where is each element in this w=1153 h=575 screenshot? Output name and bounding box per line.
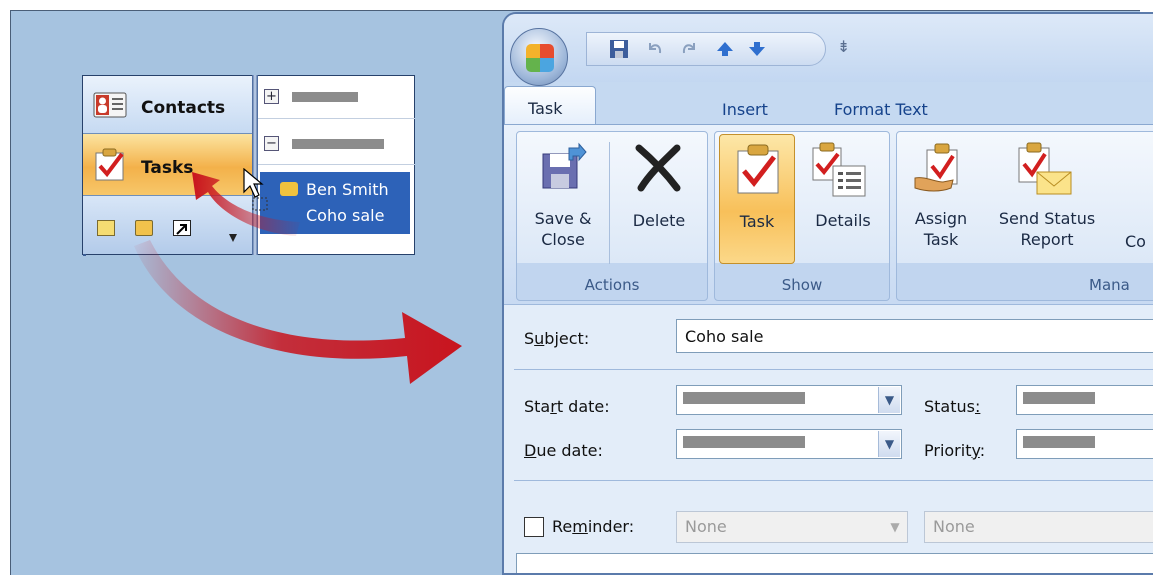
task-form: Subject: Coho sale Start date: ▼ Status:… bbox=[504, 304, 1153, 573]
tab-task[interactable]: Task bbox=[504, 86, 596, 126]
mouse-cursor-icon bbox=[243, 168, 268, 211]
tab-task-label: Task bbox=[528, 99, 563, 118]
subject-value: Coho sale bbox=[685, 327, 764, 346]
chevron-down-icon[interactable]: ▼ bbox=[878, 431, 900, 457]
reminder-date-value: None bbox=[685, 517, 727, 536]
start-date-label: Start date: bbox=[524, 397, 610, 416]
details-label: Details bbox=[815, 211, 871, 230]
title-bar: ⇟ bbox=[504, 14, 1153, 86]
form-separator bbox=[514, 369, 1153, 370]
priority-combo[interactable] bbox=[1016, 429, 1153, 459]
ribbon: Save & Close Delete Actions Task Details… bbox=[504, 124, 1153, 304]
assign-task-button[interactable]: Assign Task bbox=[899, 134, 983, 266]
group-label-show: Show bbox=[781, 276, 823, 294]
delete-label: Delete bbox=[632, 211, 686, 230]
save-close-button[interactable]: Save & Close bbox=[519, 134, 607, 266]
reminder-date-combo[interactable]: None ▼ bbox=[676, 511, 908, 543]
task-view-label: Task bbox=[739, 212, 775, 231]
ribbon-tabs: Task Insert Format Text bbox=[504, 86, 1153, 126]
tab-insert[interactable]: Insert bbox=[722, 100, 768, 119]
office-button[interactable] bbox=[510, 28, 568, 86]
group-actions: Save & Close Delete Actions bbox=[516, 131, 708, 301]
task-body-textarea[interactable] bbox=[516, 553, 1153, 573]
screenshot-stage: Contacts Tasks + − Ben Smith Coho sale ⇟… bbox=[0, 0, 1153, 575]
ribbon-button-cut-off[interactable]: Co bbox=[1115, 134, 1153, 266]
delete-button[interactable]: Delete bbox=[615, 134, 703, 266]
reminder-label: Reminder: bbox=[552, 517, 635, 536]
group-divider bbox=[609, 142, 610, 264]
due-date-label: Due date: bbox=[524, 441, 603, 460]
group-manage: Assign Task Send Status Report Co Mana bbox=[896, 131, 1153, 301]
subject-input[interactable]: Coho sale bbox=[676, 319, 1153, 353]
customize-qat-icon[interactable]: ⇟ bbox=[837, 37, 850, 56]
due-date-combo[interactable]: ▼ bbox=[676, 429, 902, 459]
form-separator bbox=[514, 480, 1153, 481]
quick-access-toolbar: ⇟ bbox=[586, 32, 850, 66]
status-label: Status: bbox=[924, 397, 981, 416]
assign-task-label: Assign Task bbox=[914, 209, 968, 249]
subject-label: Subject: bbox=[524, 329, 590, 348]
start-date-combo[interactable]: ▼ bbox=[676, 385, 902, 415]
task-icon bbox=[737, 144, 779, 194]
reminder-time-value: None bbox=[933, 517, 975, 536]
next-item-icon[interactable] bbox=[747, 39, 767, 59]
send-status-report-button[interactable]: Send Status Report bbox=[985, 134, 1109, 266]
due-date-placeholder bbox=[683, 436, 805, 448]
reminder-checkbox[interactable] bbox=[524, 517, 544, 537]
delete-icon bbox=[635, 144, 681, 192]
priority-label: Priority: bbox=[924, 441, 986, 460]
big-arrow bbox=[134, 240, 462, 384]
assign-task-icon bbox=[914, 143, 958, 192]
save-icon[interactable] bbox=[609, 39, 629, 59]
send-status-report-label: Send Status Report bbox=[998, 209, 1096, 249]
group-show: Task Details Show bbox=[714, 131, 890, 301]
save-close-icon bbox=[542, 142, 587, 189]
tab-format-text[interactable]: Format Text bbox=[834, 100, 928, 119]
cut-off-label: Co bbox=[1125, 232, 1146, 251]
chevron-down-icon: ▼ bbox=[890, 520, 900, 534]
status-placeholder bbox=[1023, 392, 1095, 404]
redo-icon[interactable] bbox=[679, 39, 699, 59]
save-close-label: Save & Close bbox=[534, 209, 592, 249]
details-button[interactable]: Details bbox=[801, 134, 885, 266]
status-combo[interactable] bbox=[1016, 385, 1153, 415]
group-label-manage: Mana bbox=[1089, 276, 1130, 294]
task-window: ⇟ Task Insert Format Text Save & Close D… bbox=[502, 12, 1153, 575]
chevron-down-icon[interactable]: ▼ bbox=[878, 387, 900, 413]
details-icon bbox=[812, 142, 866, 197]
group-label-actions: Actions bbox=[584, 276, 640, 294]
priority-placeholder bbox=[1023, 436, 1095, 448]
undo-icon[interactable] bbox=[645, 39, 665, 59]
task-view-button[interactable]: Task bbox=[719, 134, 795, 264]
reminder-time-combo[interactable]: None bbox=[924, 511, 1153, 543]
previous-item-icon[interactable] bbox=[715, 39, 735, 59]
office-logo-icon bbox=[526, 44, 554, 72]
start-date-placeholder bbox=[683, 392, 805, 404]
send-status-report-icon bbox=[1018, 142, 1072, 195]
